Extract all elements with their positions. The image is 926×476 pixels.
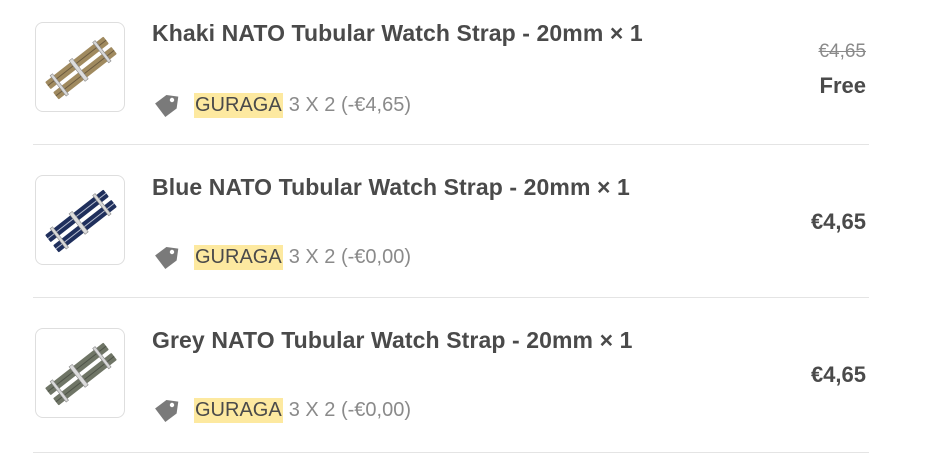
cart-line-item: Blue NATO Tubular Watch Strap - 20mm × 1… — [33, 144, 869, 298]
watch-strap-image — [45, 36, 117, 100]
discount-code: GURAGA — [194, 397, 283, 423]
product-thumbnail[interactable] — [35, 328, 125, 418]
product-title[interactable]: Grey NATO Tubular Watch Strap - 20mm × 1 — [152, 327, 633, 354]
product-thumbnail[interactable] — [35, 175, 125, 265]
price-block: €4,65 — [811, 361, 866, 389]
final-price: Free — [819, 73, 866, 98]
price-tag-icon — [155, 94, 179, 118]
discount-description: 3 X 2 (-€0,00) — [288, 398, 411, 421]
discount-code: GURAGA — [194, 244, 283, 270]
discount-description: 3 X 2 (-€4,65) — [288, 93, 411, 116]
discount-description: 3 X 2 (-€0,00) — [288, 245, 411, 268]
watch-strap-image — [45, 342, 117, 406]
price-block: €4,65 — [811, 208, 866, 236]
product-title[interactable]: Blue NATO Tubular Watch Strap - 20mm × 1 — [152, 174, 630, 201]
cart-line-item: Khaki NATO Tubular Watch Strap - 20mm × … — [33, 0, 869, 145]
discount-code: GURAGA — [194, 92, 283, 118]
watch-strap-image — [45, 189, 117, 253]
final-price: €4,65 — [810, 209, 866, 234]
original-price: €4,65 — [818, 41, 866, 62]
discount-info: GURAGA 3 X 2 (-€0,00) — [152, 396, 411, 424]
price-tag-icon — [155, 399, 179, 423]
product-thumbnail[interactable] — [35, 22, 125, 112]
product-title[interactable]: Khaki NATO Tubular Watch Strap - 20mm × … — [152, 20, 643, 47]
final-price: €4,65 — [810, 362, 866, 387]
discount-info: GURAGA 3 X 2 (-€0,00) — [152, 243, 411, 271]
cart-items-list: Khaki NATO Tubular Watch Strap - 20mm × … — [0, 0, 926, 476]
price-block: €4,65 Free — [818, 40, 866, 100]
discount-info: GURAGA 3 X 2 (-€4,65) — [152, 91, 411, 119]
price-tag-icon — [155, 246, 179, 270]
cart-line-item: Grey NATO Tubular Watch Strap - 20mm × 1… — [33, 297, 869, 453]
